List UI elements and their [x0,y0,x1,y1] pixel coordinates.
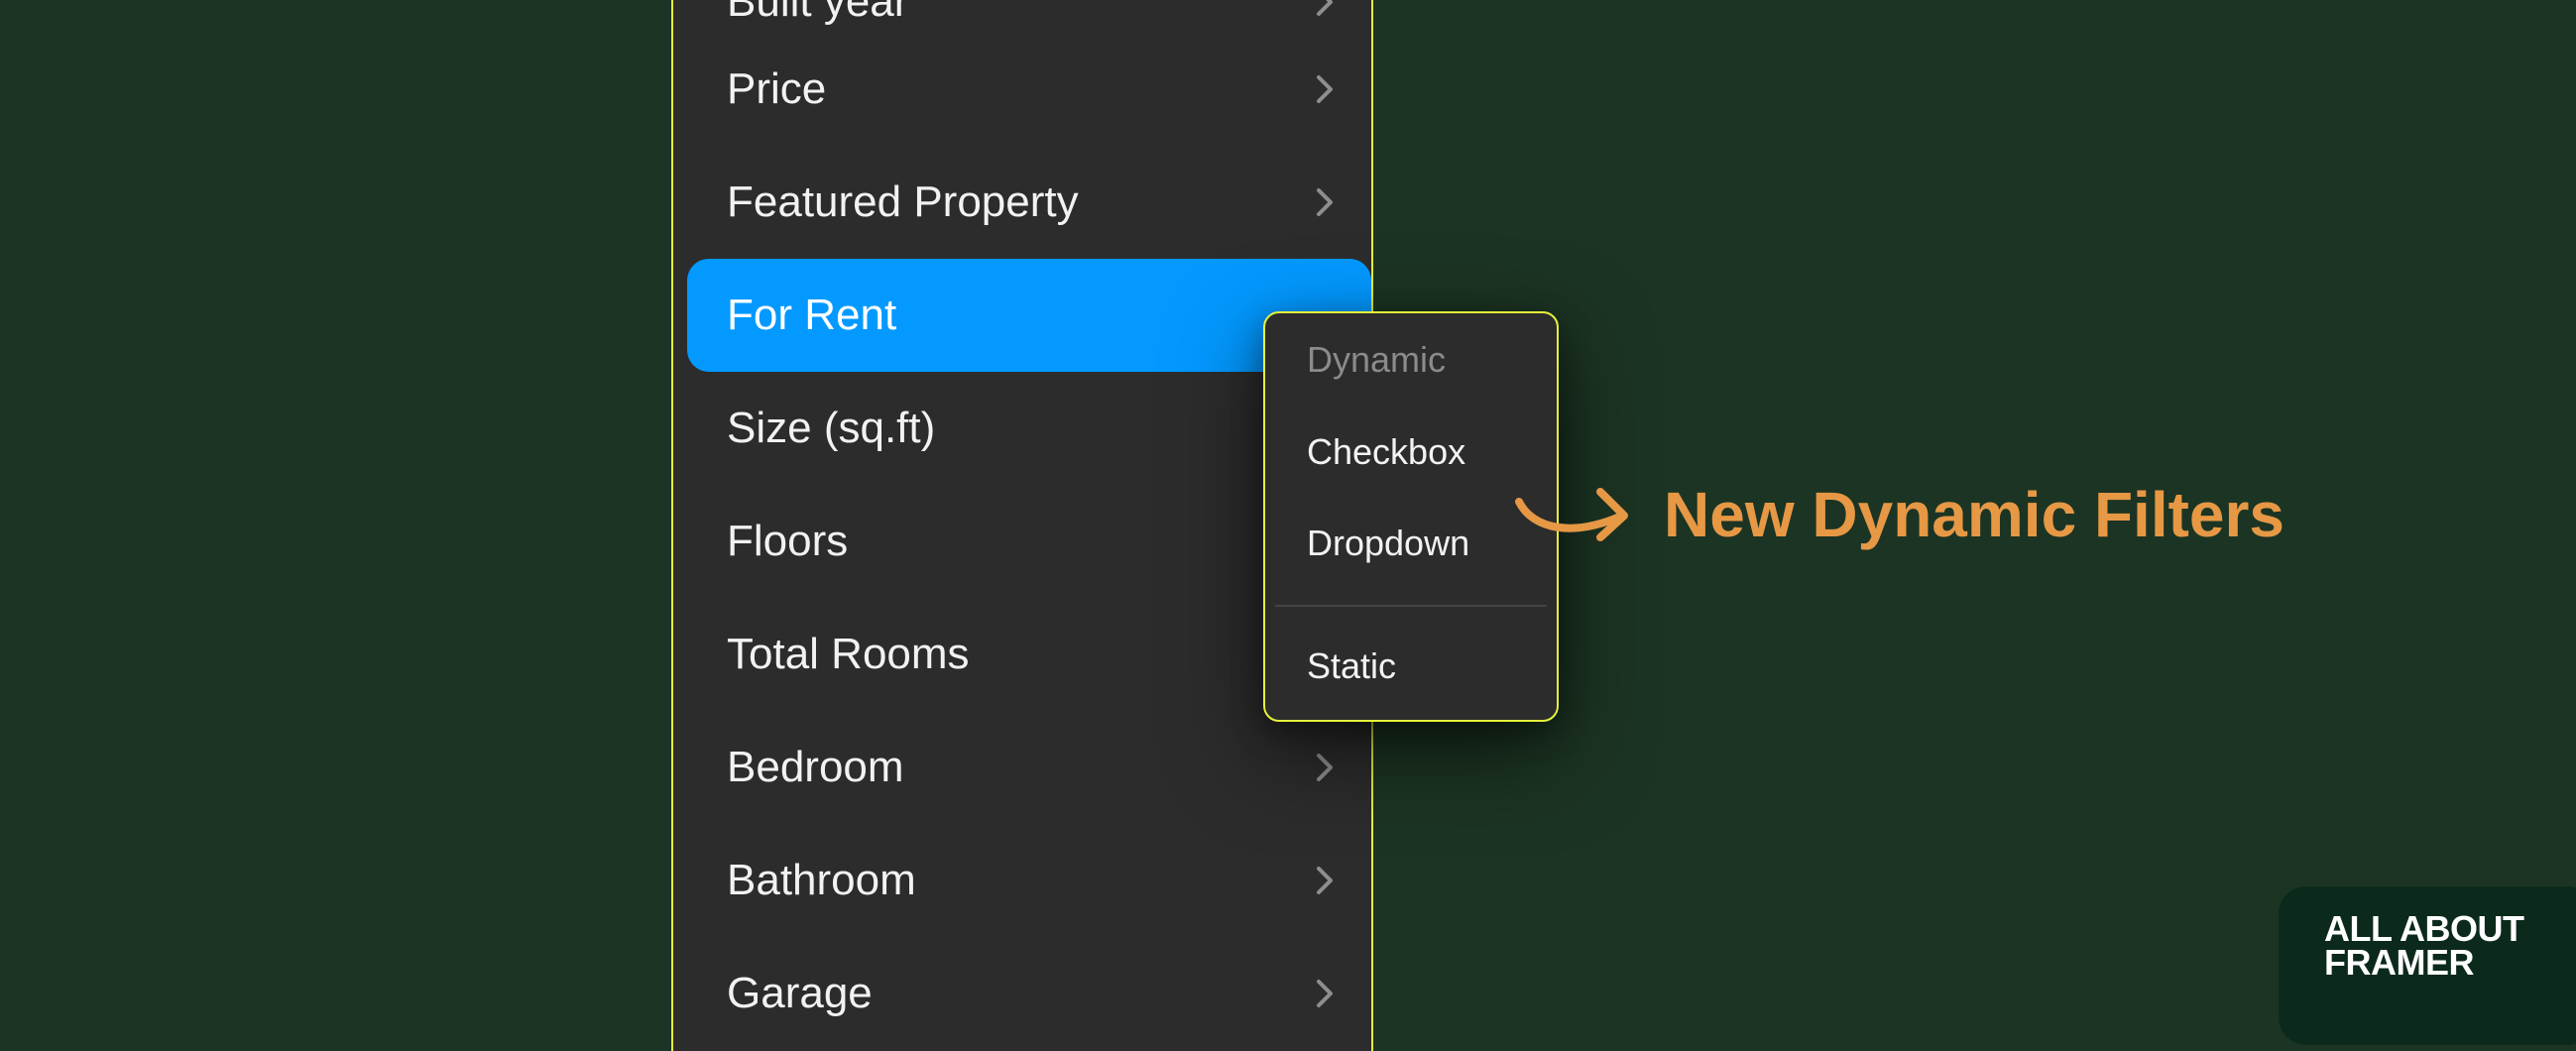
chevron-right-icon [1317,75,1333,103]
brand-line-1: ALL ABOUT [2324,908,2524,949]
menu-item-bathroom[interactable]: Bathroom [687,824,1371,937]
menu-item-label: Price [727,64,827,113]
submenu-option-dropdown[interactable]: Dropdown [1275,506,1547,581]
menu-item-label: Floors [727,517,849,565]
menu-item-price[interactable]: Price [687,33,1371,146]
menu-item-bedroom[interactable]: Bedroom [687,711,1371,824]
chevron-right-icon [1317,0,1333,16]
menu-item-label: Bedroom [727,743,904,791]
menu-item-label: Built year [727,0,909,26]
curved-arrow-icon [1515,488,1628,541]
menu-item-label: Featured Property [727,177,1079,226]
menu-item-label: Total Rooms [727,630,970,678]
menu-item-label: Bathroom [727,856,916,904]
brand-logo-text: ALL ABOUT FRAMER [2324,908,2524,983]
chevron-right-icon [1317,867,1333,894]
annotation-label: New Dynamic Filters [1664,479,2284,550]
chevron-right-icon [1317,980,1333,1007]
submenu-heading: Dynamic [1307,339,1447,380]
chevron-right-icon [1317,754,1333,781]
submenu-option-checkbox[interactable]: Checkbox [1275,414,1547,490]
menu-item-garage[interactable]: Garage [687,937,1371,1050]
submenu-divider [1275,605,1547,607]
menu-item-featured-property[interactable]: Featured Property [687,146,1371,259]
brand-badge: ALL ABOUT FRAMER [2279,886,2576,1045]
submenu-option-static[interactable]: Static [1275,629,1547,704]
menu-item-label: Size (sq.ft) [727,404,936,452]
brand-line-2: FRAMER [2324,942,2474,983]
menu-item-label: For Rent [727,291,897,339]
chevron-right-icon [1317,188,1333,216]
